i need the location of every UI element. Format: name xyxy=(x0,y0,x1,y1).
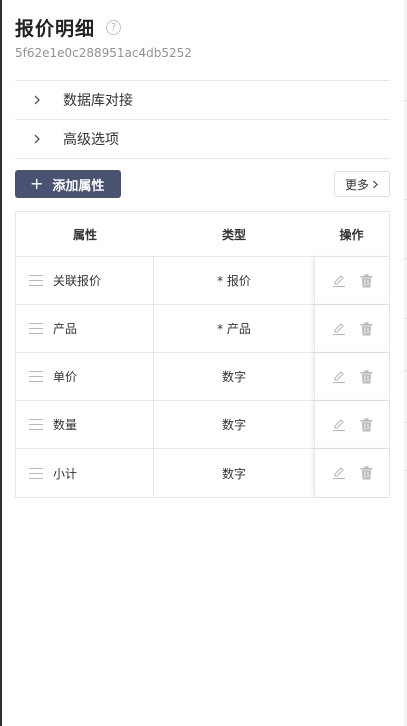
title-row: 报价明细 ? xyxy=(15,14,390,40)
type-cell: * 报价 xyxy=(217,274,251,288)
attribute-cell: 产品 xyxy=(16,305,154,352)
delete-icon[interactable] xyxy=(360,369,373,384)
table-row: 产品 * 产品 xyxy=(16,305,389,353)
type-cell: 数字 xyxy=(221,418,246,432)
actions-cell xyxy=(314,449,389,497)
add-attribute-label: 添加属性 xyxy=(52,178,105,194)
drag-handle-icon[interactable] xyxy=(29,323,43,334)
edit-icon[interactable] xyxy=(332,274,346,288)
attribute-cell: 关联报价 xyxy=(16,257,154,304)
actions-cell xyxy=(314,401,389,448)
attribute-name: 关联报价 xyxy=(53,274,102,288)
plus-icon: + xyxy=(30,174,44,193)
attribute-panel: 报价明细 ? 5f62e1e0c288951ac4db5252 数据库对接 高级… xyxy=(15,14,390,498)
column-header-actions: 操作 xyxy=(339,227,364,242)
collapse-group: 数据库对接 高级选项 xyxy=(15,80,390,159)
more-button[interactable]: 更多 xyxy=(334,171,390,197)
drag-handle-icon[interactable] xyxy=(29,275,43,286)
attribute-name: 数量 xyxy=(53,418,78,432)
collapse-label: 数据库对接 xyxy=(63,93,133,109)
edit-icon[interactable] xyxy=(332,466,346,480)
type-cell: 数字 xyxy=(221,466,246,481)
delete-icon[interactable] xyxy=(360,466,373,480)
attribute-cell: 数量 xyxy=(16,401,154,448)
attribute-name: 小计 xyxy=(53,466,78,481)
collapse-database-integration[interactable]: 数据库对接 xyxy=(15,81,390,120)
page-title: 报价明细 xyxy=(15,17,96,40)
edit-icon[interactable] xyxy=(332,370,346,384)
edit-icon[interactable] xyxy=(332,322,346,336)
attribute-table: 属性 类型 操作 关联报价 * 报价 产品 * 产品 单价 数字 数量 数字 小… xyxy=(15,211,390,498)
delete-icon[interactable] xyxy=(360,417,373,432)
delete-icon[interactable] xyxy=(360,321,373,336)
drag-handle-icon[interactable] xyxy=(29,467,43,479)
chevron-right-icon xyxy=(33,134,47,144)
column-header-attribute: 属性 xyxy=(72,227,97,242)
chevron-right-icon xyxy=(373,180,378,188)
add-attribute-button[interactable]: + 添加属性 xyxy=(15,170,121,198)
toolbar: + 添加属性 更多 xyxy=(15,170,390,198)
help-icon[interactable]: ? xyxy=(106,19,122,35)
collapse-label: 高级选项 xyxy=(63,132,119,148)
left-panel-edge xyxy=(0,0,2,726)
attribute-cell: 小计 xyxy=(16,449,154,497)
actions-cell xyxy=(314,257,389,304)
type-cell: * 产品 xyxy=(217,322,251,336)
type-cell: 数字 xyxy=(221,370,246,384)
collapse-advanced-options[interactable]: 高级选项 xyxy=(15,120,390,159)
chevron-right-icon xyxy=(33,95,47,105)
delete-icon[interactable] xyxy=(360,273,373,288)
actions-cell xyxy=(314,305,389,352)
record-id: 5f62e1e0c288951ac4db5252 xyxy=(15,46,192,60)
table-row: 单价 数字 xyxy=(16,353,389,401)
attribute-cell: 单价 xyxy=(16,353,154,400)
actions-cell xyxy=(314,353,389,400)
column-header-type: 类型 xyxy=(221,227,246,242)
edit-icon[interactable] xyxy=(332,418,346,432)
table-row: 小计 数字 xyxy=(16,449,389,497)
drag-handle-icon[interactable] xyxy=(29,419,43,430)
table-row: 关联报价 * 报价 xyxy=(16,257,389,305)
attribute-name: 单价 xyxy=(53,370,78,384)
drag-handle-icon[interactable] xyxy=(29,371,43,382)
more-label: 更多 xyxy=(344,177,369,192)
table-row: 数量 数字 xyxy=(16,401,389,449)
attribute-name: 产品 xyxy=(53,322,78,336)
table-header: 属性 类型 操作 xyxy=(16,212,389,257)
